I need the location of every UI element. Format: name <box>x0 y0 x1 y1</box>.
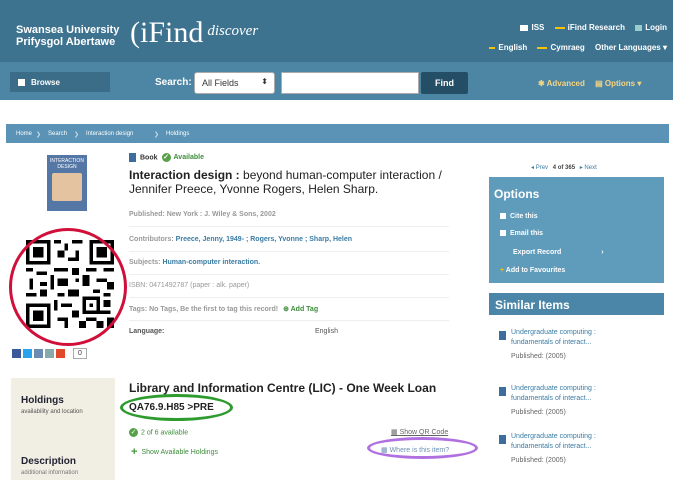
login-link[interactable]: Login <box>635 23 667 32</box>
options-icon: ▤ <box>595 79 603 88</box>
iss-link[interactable]: ISS <box>520 23 544 32</box>
search-label: Search: <box>155 77 192 88</box>
book-icon <box>499 435 506 444</box>
language-cymraeg[interactable]: Cymraeg <box>537 43 585 52</box>
qr-small-icon: ▦ <box>391 429 398 436</box>
language-icon <box>489 46 496 49</box>
book-icon <box>499 387 506 396</box>
format-label: Book <box>140 154 158 162</box>
language-english[interactable]: English <box>489 43 527 52</box>
facebook-icon[interactable] <box>12 349 21 359</box>
description-tab-subtitle: additional information <box>21 470 79 476</box>
share-bar: 0 <box>12 345 89 363</box>
language-links: English Cymraeg Other Languages ▾ <box>481 43 667 52</box>
format-line: Book ✓ Available <box>129 153 204 162</box>
login-icon <box>635 24 643 31</box>
language-value: English <box>315 328 338 335</box>
prev-icon: ◂ <box>531 165 535 171</box>
published-value: New York : J. Wiley & Sons, 2002 <box>166 211 276 218</box>
tags-line: Tags: No Tags, Be the first to tag this … <box>129 306 319 313</box>
chevron-right-icon: › <box>601 249 604 256</box>
show-qr-code-link[interactable]: ▦ Show QR Code <box>391 428 448 436</box>
university-logo[interactable]: Swansea University Prifysgol Abertawe <box>16 24 119 48</box>
contributors-links[interactable]: Preece, Jenny, 1949- ; Rogers, Yvonne ; … <box>176 236 352 243</box>
share-count: 0 <box>73 348 87 360</box>
isbn-line: ISBN: 0471492787 (paper : alk. paper) <box>129 282 250 289</box>
holdings-tab-subtitle: availability and location <box>21 409 83 415</box>
breadcrumb: Home ❯ Search ❯ Interaction design ❯ Hol… <box>6 124 669 143</box>
similar-item[interactable]: Undergraduate computing : fundamentals o… <box>499 328 664 362</box>
export-record-link[interactable]: Export Record › <box>513 249 604 256</box>
copies-available: ✓ 2 of 6 available <box>129 428 189 437</box>
isbn-value: 0471492787 (paper : alk. paper) <box>149 282 250 289</box>
similar-item[interactable]: Undergraduate computing : fundamentals o… <box>499 384 664 418</box>
published-line: Published: New York : J. Wiley & Sons, 2… <box>129 211 276 218</box>
add-tag-button[interactable]: ⊕ Add Tag <box>283 306 318 313</box>
print-icon[interactable] <box>45 349 54 359</box>
email-share-icon[interactable] <box>34 349 43 359</box>
holdings-tab[interactable]: Holdings <box>21 395 64 406</box>
advanced-options: ✱ Advanced ▤ Options ▾ <box>538 79 641 88</box>
record-position: 4 of 365 <box>552 165 576 171</box>
qr-highlight-circle <box>9 228 127 346</box>
next-link[interactable]: ▸ Next <box>580 165 597 171</box>
language-other[interactable]: Other Languages ▾ <box>595 43 667 52</box>
flag-icon <box>520 24 529 31</box>
subjects-line: Subjects: Human-computer interaction. <box>129 259 261 266</box>
call-number-highlight <box>120 394 233 421</box>
plus-icon: + <box>131 446 138 458</box>
find-button[interactable]: Find <box>421 72 468 94</box>
contributors-line: Contributors: Preece, Jenny, 1949- ; Rog… <box>129 236 353 243</box>
email-this-link[interactable]: Email this <box>500 230 543 237</box>
cite-icon <box>500 213 506 220</box>
show-available-holdings[interactable]: + Show Available Holdings <box>131 446 218 458</box>
breadcrumb-holdings: Holdings <box>166 131 190 137</box>
next-icon: ▸ <box>579 165 583 171</box>
add-icon: ⊕ <box>283 306 289 313</box>
description-tab[interactable]: Description <box>21 456 76 467</box>
breadcrumb-home[interactable]: Home <box>16 124 32 143</box>
record-title: Interaction design : beyond human-comput… <box>129 168 442 196</box>
similar-items-title: Similar Items <box>489 293 664 315</box>
options-title: Options <box>494 187 540 201</box>
availability-status: Available <box>173 154 204 162</box>
breadcrumb-search[interactable]: Search <box>48 124 67 143</box>
search-field-select[interactable]: All Fields ⬍ <box>194 72 275 94</box>
subject-link[interactable]: Human-computer interaction. <box>162 259 260 266</box>
advanced-icon: ✱ <box>538 79 545 88</box>
add-to-favourites-link[interactable]: + Add to Favourites <box>500 267 565 274</box>
email-icon <box>500 230 506 237</box>
check-icon: ✓ <box>161 153 171 162</box>
add-favourite-icon: + <box>500 267 505 274</box>
addthis-icon[interactable] <box>56 349 65 359</box>
language-icon <box>537 46 548 49</box>
book-cover[interactable]: INTERACTION DESIGN <box>47 155 87 211</box>
language-label: Language: <box>129 328 165 335</box>
where-highlight <box>367 437 478 459</box>
ifind-logo[interactable]: (iFind discover <box>130 18 258 48</box>
ifind-research-link[interactable]: iFind Research <box>554 23 625 32</box>
prev-link[interactable]: ◂ Prev <box>531 165 548 171</box>
similar-item[interactable]: Undergraduate computing : fundamentals o… <box>499 432 664 466</box>
cite-this-link[interactable]: Cite this <box>500 213 538 220</box>
browse-button[interactable]: Browse <box>10 72 110 92</box>
check-icon: ✓ <box>129 428 138 437</box>
book-icon <box>129 153 136 162</box>
book-icon <box>499 331 506 340</box>
twitter-icon[interactable] <box>23 349 32 359</box>
select-arrows-icon: ⬍ <box>261 77 268 86</box>
breadcrumb-record[interactable]: Interaction design <box>86 124 133 143</box>
search-input[interactable] <box>281 72 419 94</box>
browse-icon <box>18 79 25 87</box>
advanced-search-link[interactable]: ✱ Advanced <box>538 79 585 88</box>
top-links: ISS iFind Research Login <box>512 23 667 32</box>
research-icon <box>554 26 565 29</box>
record-pager: ◂ Prev 4 of 365 ▸ Next <box>531 164 597 171</box>
options-menu[interactable]: ▤ Options ▾ <box>595 79 641 88</box>
holdings-location: Library and Information Centre (LIC) - O… <box>129 381 437 395</box>
